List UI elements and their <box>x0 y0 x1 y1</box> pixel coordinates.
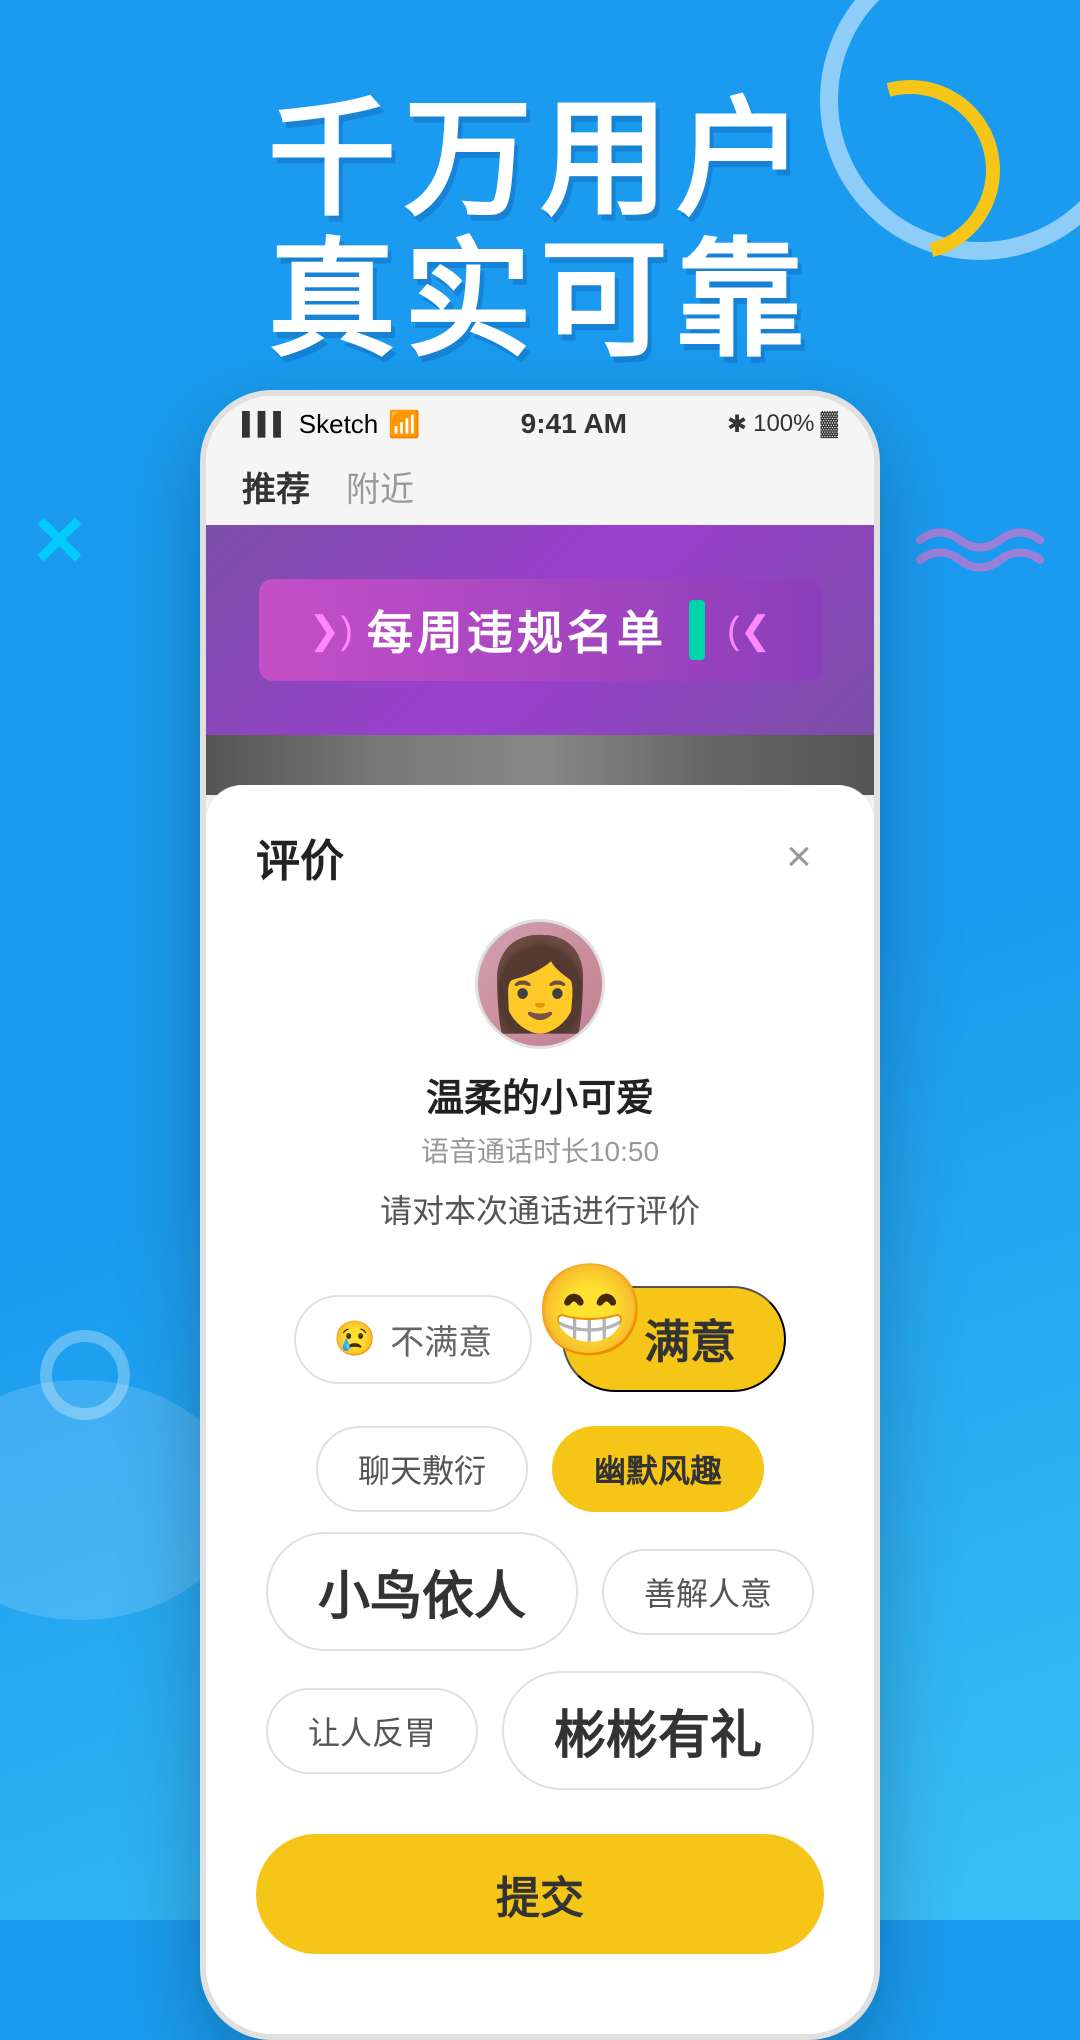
avatar: 👩 <box>475 919 605 1049</box>
tag-label: 聊天敷衍 <box>358 1453 486 1489</box>
deco-circle <box>40 1330 130 1420</box>
deco-x-icon: ✕ <box>30 500 89 582</box>
banner[interactable]: ❯) 每周违规名单 (❮ <box>206 525 874 735</box>
battery-icon: ▓ <box>821 410 839 438</box>
tag-label: 让人反胃 <box>308 1715 436 1751</box>
tag-polite[interactable]: 彬彬有礼 <box>502 1671 814 1790</box>
tag-label: 彬彬有礼 <box>554 1707 762 1765</box>
nav-tabs: 推荐 附近 <box>206 452 874 525</box>
banner-bar <box>689 600 705 660</box>
rating-buttons: 😢 不满意 😁 满意 <box>256 1286 824 1392</box>
hero-title-line1: 千万用户 <box>0 90 1080 231</box>
time-display: 9:41 AM <box>521 408 627 440</box>
deco-wave-icon <box>910 520 1050 580</box>
dissatisfied-emoji: 😢 <box>334 1319 376 1359</box>
banner-content: ❯) 每周违规名单 (❮ <box>259 579 822 681</box>
tags-row-1: 聊天敷衍 幽默风趣 <box>256 1426 824 1512</box>
tags-row-2: 小鸟依人 善解人意 <box>256 1532 824 1651</box>
tab-nearby[interactable]: 附近 <box>346 462 414 511</box>
tag-birds-depend[interactable]: 小鸟依人 <box>266 1532 578 1651</box>
tag-label: 小鸟依人 <box>318 1568 526 1626</box>
submit-button[interactable]: 提交 <box>256 1834 824 1954</box>
tag-chat-perfunctory[interactable]: 聊天敷衍 <box>316 1426 528 1512</box>
satisfied-label: 满意 <box>644 1306 736 1372</box>
banner-text: 每周违规名单 <box>367 597 667 663</box>
status-left: ▌▌▌ Sketch 📶 <box>242 409 421 440</box>
tag-humorous[interactable]: 幽默风趣 <box>552 1426 764 1512</box>
satisfied-emoji-large: 😁 <box>534 1258 646 1363</box>
banner-deco-right: (❮ <box>727 608 772 653</box>
tag-understanding[interactable]: 善解人意 <box>602 1549 814 1635</box>
hero-title-line2: 真实可靠 <box>0 231 1080 372</box>
call-duration: 语音通话时长10:50 <box>421 1130 659 1170</box>
phone-bottom <box>206 2004 874 2034</box>
close-button[interactable]: × <box>774 832 824 882</box>
hero-section: 千万用户 真实可靠 <box>0 90 1080 372</box>
modal-title: 评价 <box>256 825 344 889</box>
rating-modal: 评价 × 👩 温柔的小可爱 语音通话时长10:50 请对本次通话进行评价 😢 不… <box>206 785 874 2004</box>
dissatisfied-label: 不满意 <box>390 1315 492 1364</box>
modal-header: 评价 × <box>256 825 824 889</box>
tag-disgusting[interactable]: 让人反胃 <box>266 1688 478 1774</box>
rate-prompt: 请对本次通话进行评价 <box>380 1186 700 1232</box>
avatar-area: 👩 温柔的小可爱 语音通话时长10:50 请对本次通话进行评价 <box>256 919 824 1262</box>
satisfied-button[interactable]: 😁 满意 <box>562 1286 786 1392</box>
status-bar: ▌▌▌ Sketch 📶 9:41 AM ✱ 100% ▓ <box>206 396 874 452</box>
avatar-image: 👩 <box>484 932 596 1037</box>
tags-row-3: 让人反胃 彬彬有礼 <box>256 1671 824 1790</box>
phone-mockup: ▌▌▌ Sketch 📶 9:41 AM ✱ 100% ▓ 推荐 附近 ❯) 每… <box>200 390 880 2040</box>
signal-icon: ▌▌▌ <box>242 411 289 437</box>
user-name: 温柔的小可爱 <box>426 1067 654 1122</box>
tag-label: 幽默风趣 <box>594 1453 722 1489</box>
wifi-icon: 📶 <box>388 409 420 440</box>
tags-grid: 聊天敷衍 幽默风趣 小鸟依人 善解人意 <box>256 1426 824 1790</box>
phone-screen: ▌▌▌ Sketch 📶 9:41 AM ✱ 100% ▓ 推荐 附近 ❯) 每… <box>200 390 880 2040</box>
status-right: ✱ 100% ▓ <box>727 410 838 439</box>
bluetooth-icon: ✱ <box>727 410 747 439</box>
tab-recommended[interactable]: 推荐 <box>242 462 310 511</box>
carrier-label: Sketch <box>299 409 379 440</box>
tag-label: 善解人意 <box>644 1576 772 1612</box>
banner-deco-left: ❯) <box>309 608 354 653</box>
battery-label: 100% <box>753 410 814 438</box>
dissatisfied-button[interactable]: 😢 不满意 <box>294 1295 532 1384</box>
